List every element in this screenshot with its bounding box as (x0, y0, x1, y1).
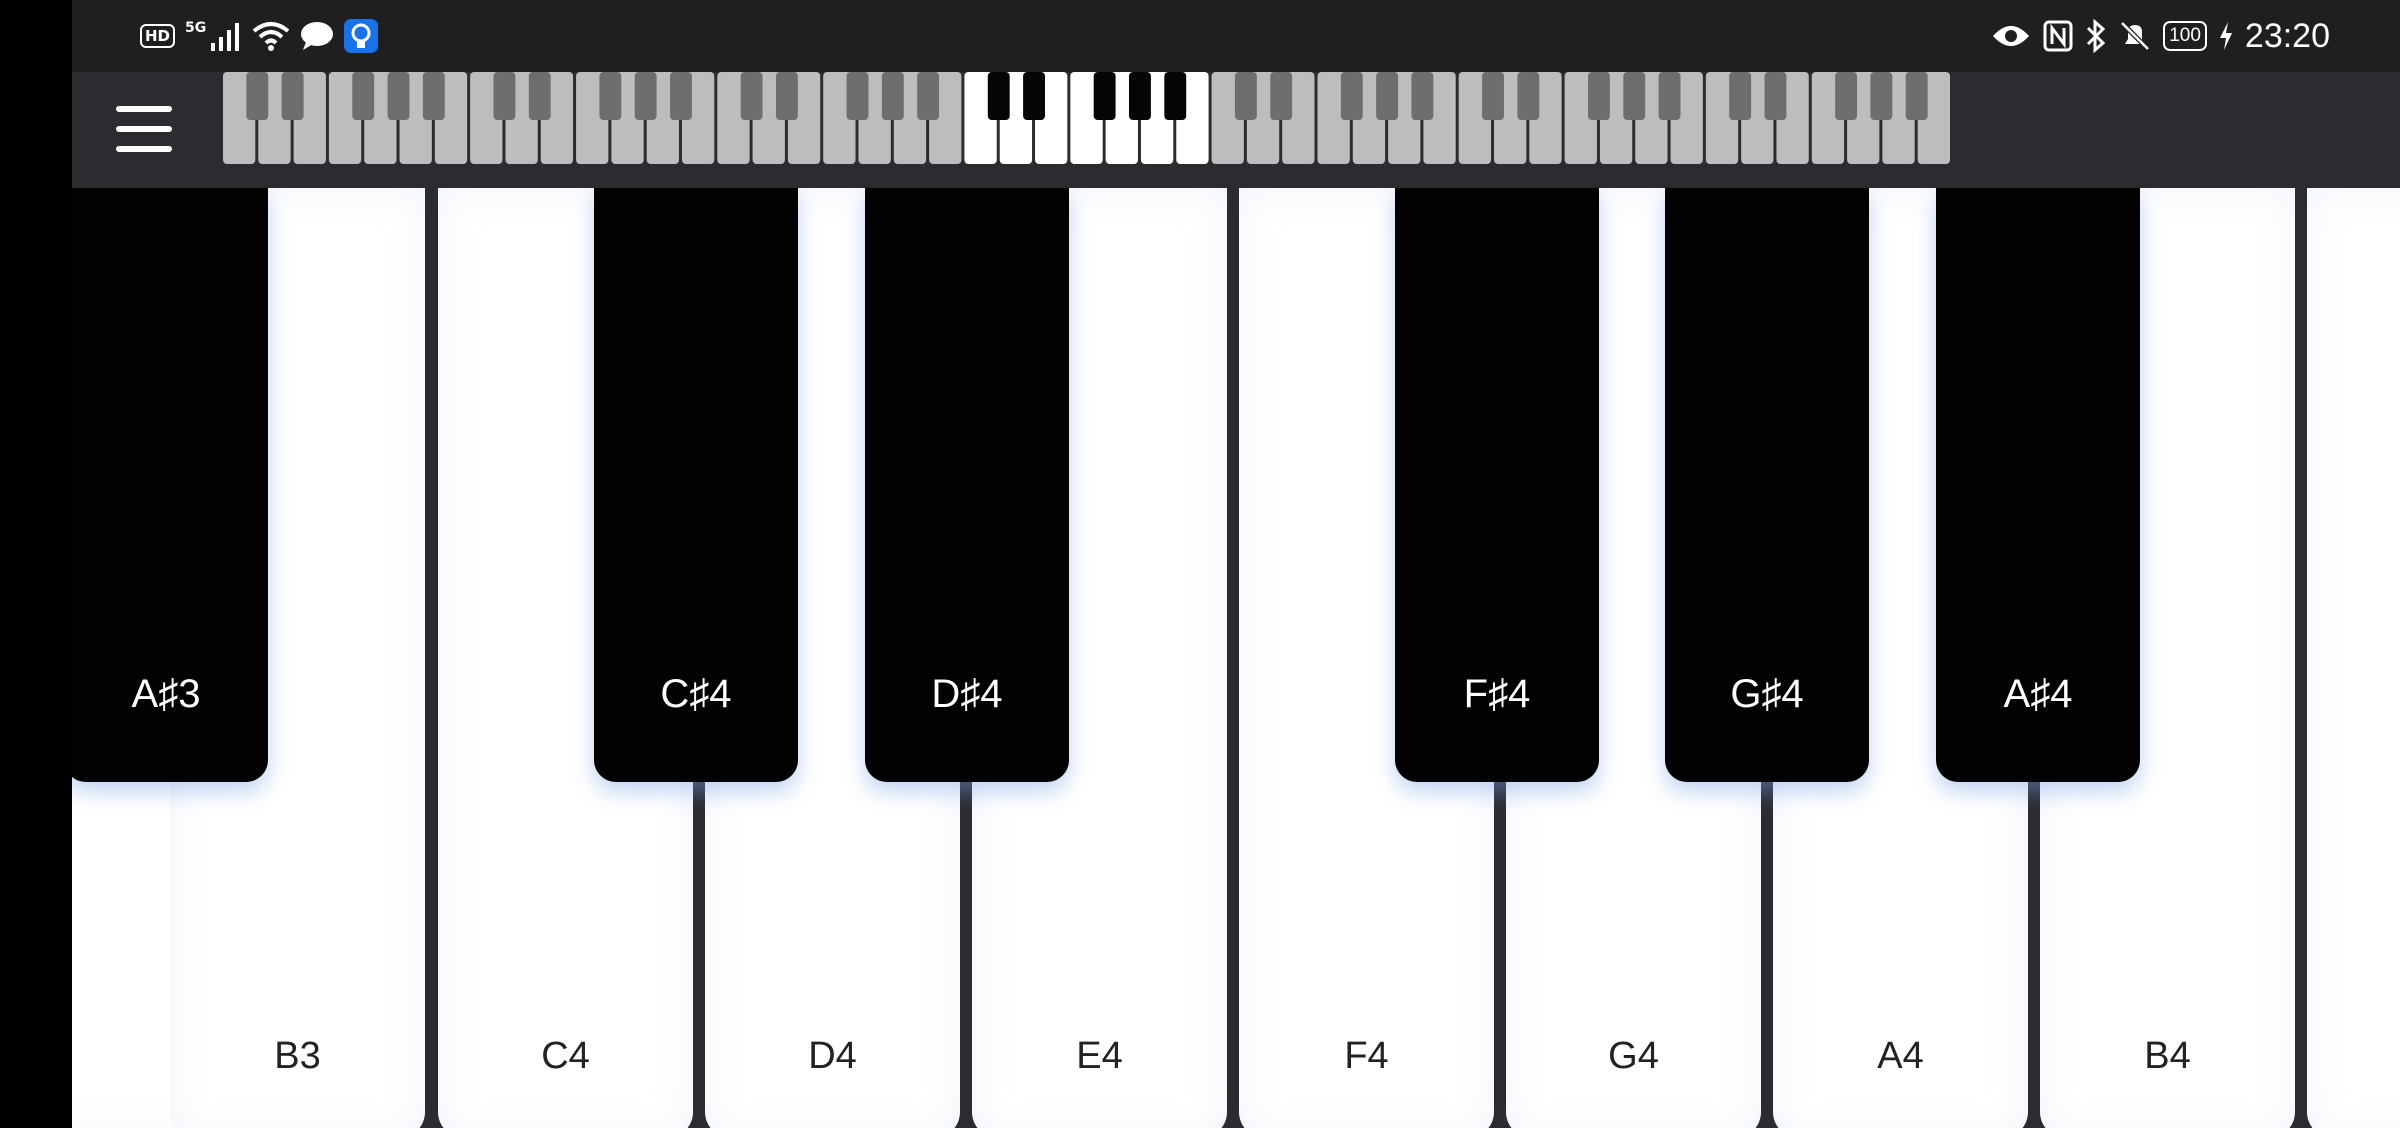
black-key[interactable]: A♯4 (1936, 188, 2140, 782)
nfc-icon (2043, 20, 2073, 52)
overview-black-key (1905, 72, 1928, 120)
overview-black-key (1482, 72, 1504, 120)
keyboard-overview[interactable] (222, 72, 1952, 164)
overview-black-key (1623, 72, 1646, 120)
overview-black-key (1023, 72, 1045, 120)
black-key-label: D♯4 (931, 672, 1003, 716)
overview-black-key (775, 72, 798, 120)
mute-icon (2120, 21, 2150, 51)
black-key-label: C♯4 (660, 672, 732, 716)
hd-icon: HD (140, 24, 176, 48)
black-key[interactable]: F♯4 (1395, 188, 1599, 782)
black-key[interactable]: G♯4 (1665, 188, 1869, 782)
black-key-label: A♯3 (131, 672, 201, 716)
white-key-label: D4 (808, 1035, 857, 1077)
bulb-app-icon (344, 19, 379, 53)
overview-black-key (493, 72, 516, 120)
overview-black-key (670, 72, 692, 120)
toolbar (72, 72, 2400, 188)
overview-black-key (1234, 72, 1257, 120)
white-key-label: B3 (274, 1035, 321, 1077)
network-type: 5G (185, 20, 207, 36)
battery-icon: 100 (2163, 21, 2207, 51)
bluetooth-icon (2087, 19, 2106, 53)
black-key[interactable]: D♯4 (865, 188, 1069, 782)
overview-black-key (1376, 72, 1399, 120)
black-key[interactable]: C♯4 (594, 188, 798, 782)
overview-black-key (1587, 72, 1610, 120)
overview-black-key (1729, 72, 1752, 120)
overview-black-key (1835, 72, 1858, 120)
status-right: 100 23:20 (1991, 14, 2330, 58)
wifi-icon (252, 22, 290, 51)
overview-black-key (987, 72, 1010, 120)
overview-black-key (634, 72, 657, 120)
message-icon (301, 22, 334, 50)
signal-icon (211, 23, 240, 51)
overview-black-key (740, 72, 763, 120)
overview-black-key (1093, 72, 1116, 120)
clock: 23:20 (2244, 16, 2330, 55)
white-key-label: F4 (1344, 1035, 1389, 1077)
overview-black-key (281, 72, 304, 120)
overview-black-key (599, 72, 622, 120)
overview-black-key (917, 72, 940, 120)
overview-black-key (881, 72, 904, 120)
white-key-label: C4 (541, 1035, 590, 1077)
eye-icon (1993, 26, 2030, 46)
overview-black-key (1658, 72, 1681, 120)
overview-black-key (246, 72, 269, 120)
overview-black-key (1270, 72, 1293, 120)
white-key-label: G4 (1608, 1035, 1659, 1077)
overview-black-key (387, 72, 410, 120)
screen-cutout (0, 0, 72, 1128)
overview-black-key (1764, 72, 1787, 120)
overview-black-key (1870, 72, 1893, 120)
white-key[interactable] (2307, 188, 2400, 1128)
overview-black-key (422, 72, 445, 120)
black-key-label: F♯4 (1463, 672, 1531, 716)
overview-black-key (846, 72, 869, 120)
overview-black-key (1129, 72, 1151, 120)
piano-keyboard: B3 C4 D4 E4 F4 G4 A4 B4 A♯3 C♯4 D♯4 F♯4 G♯4 A♯4 (72, 188, 2400, 1128)
black-key-label: A♯4 (2003, 672, 2073, 716)
overview-black-key (1517, 72, 1540, 120)
overview-black-key (1164, 72, 1187, 120)
overview-black-key (528, 72, 551, 120)
hamburger-menu-icon[interactable] (116, 106, 172, 154)
white-key-label: E4 (1076, 1035, 1123, 1077)
status-left: HD 5G (140, 16, 379, 56)
overview-black-key (1340, 72, 1363, 120)
charging-icon (2219, 22, 2232, 50)
overview-black-key (352, 72, 375, 120)
white-key-label: A4 (1877, 1035, 1924, 1077)
black-key[interactable]: A♯3 (72, 188, 268, 782)
status-bar: HD 5G 100 23:20 (72, 0, 2400, 72)
white-key-label: B4 (2144, 1035, 2191, 1077)
overview-black-key (1411, 72, 1434, 120)
black-key-label: G♯4 (1730, 672, 1804, 716)
